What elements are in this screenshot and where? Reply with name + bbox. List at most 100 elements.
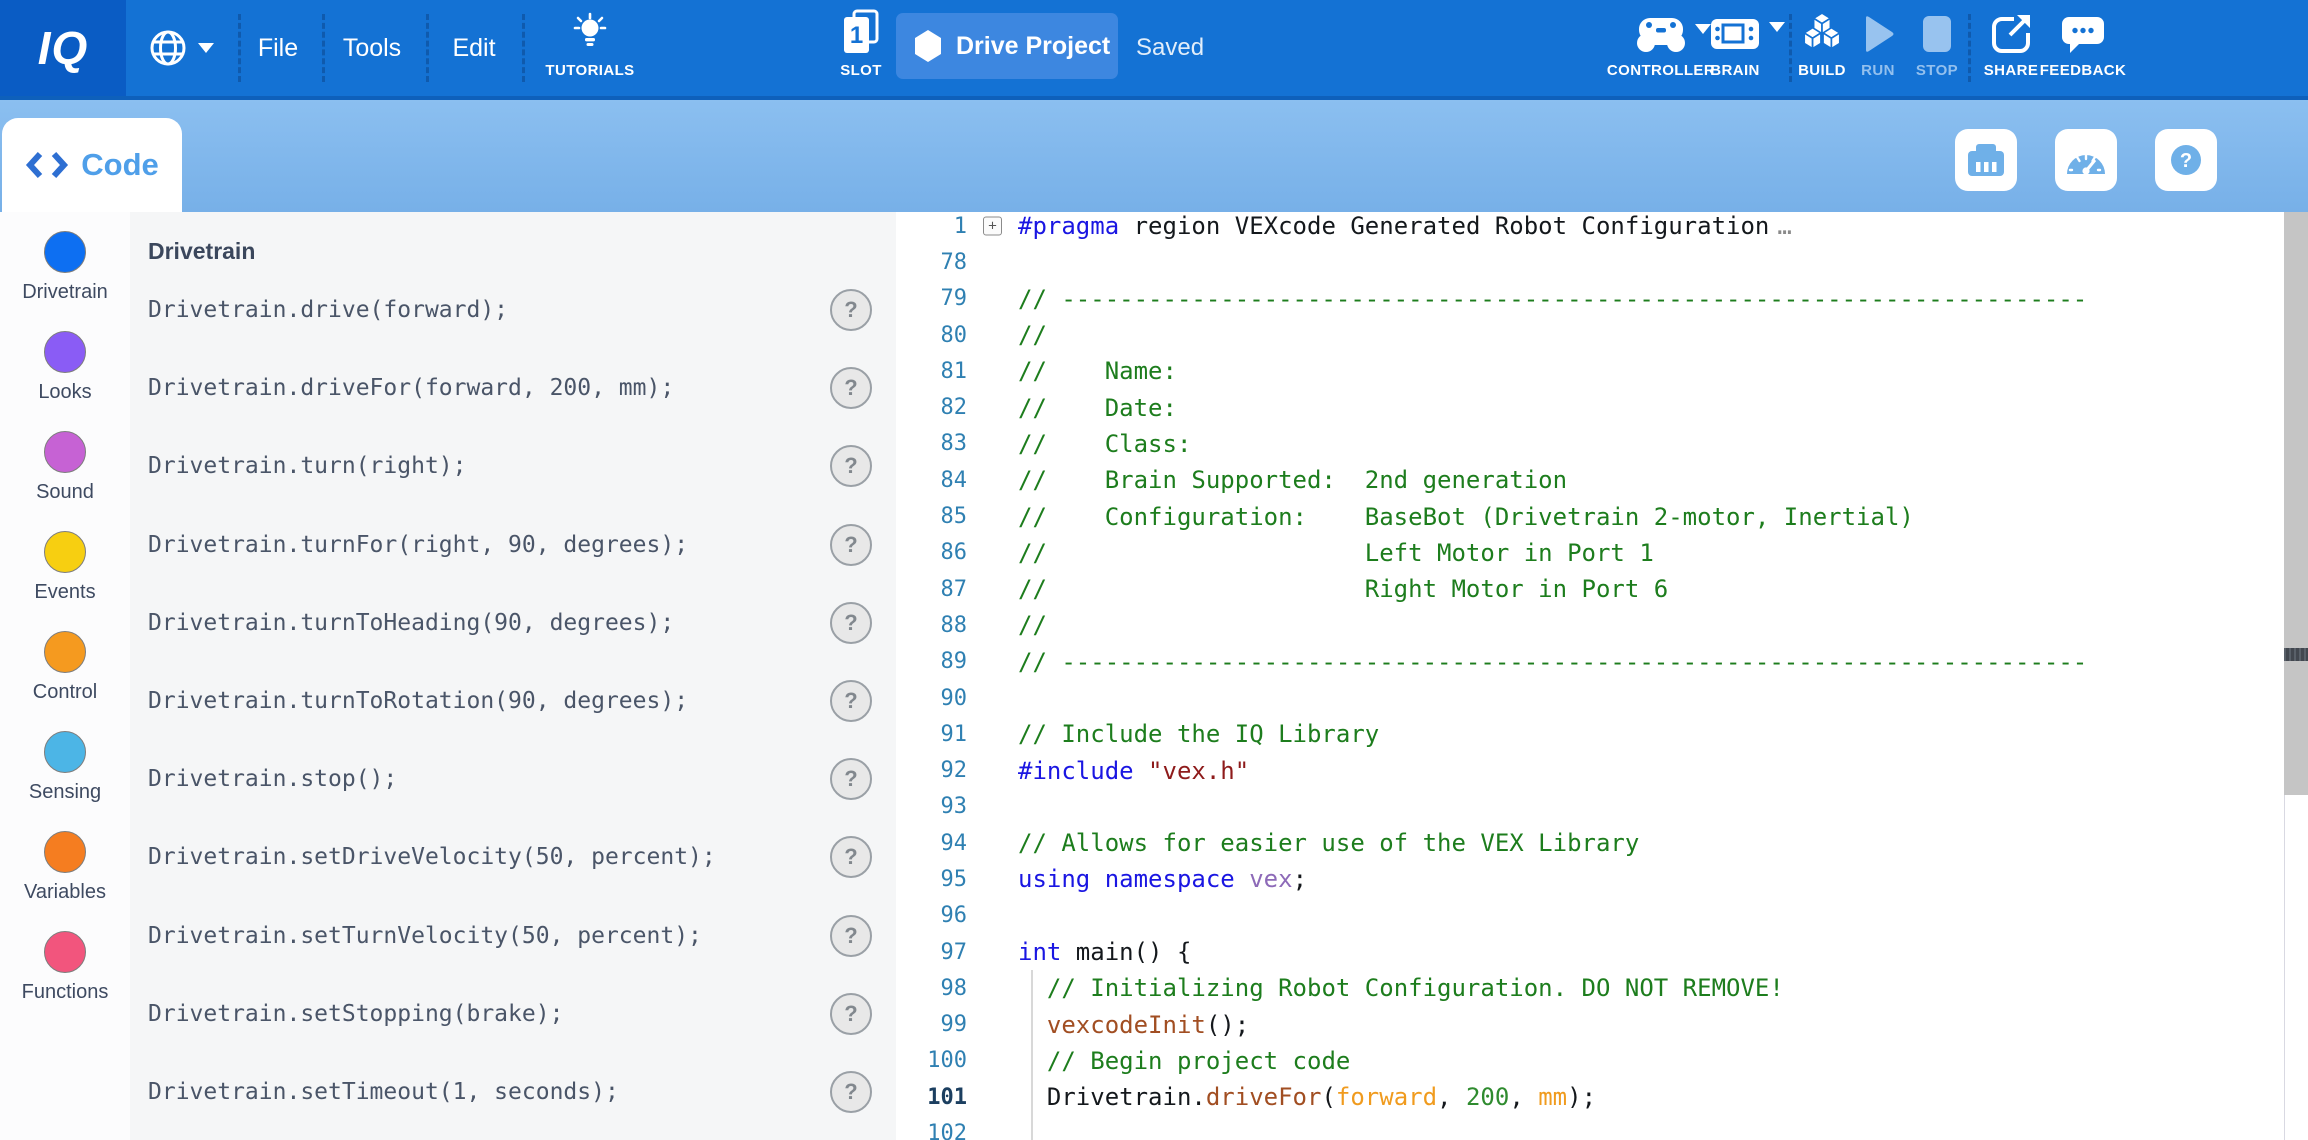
command-text[interactable]: Drivetrain.turnFor(right, 90, degrees); xyxy=(148,532,688,558)
command-help-button[interactable]: ? xyxy=(830,445,872,487)
question-mark-glyph: ? xyxy=(844,844,857,870)
code-text: #pragma region VEXcode Generated Robot C… xyxy=(1018,212,1769,240)
editor-scrollbar-thumb[interactable] xyxy=(2284,648,2308,661)
run-label: RUN xyxy=(1861,62,1895,79)
category-sensing[interactable]: Sensing xyxy=(0,731,130,804)
command-panel: Drivetrain Drivetrain.drive(forward);?Dr… xyxy=(130,212,896,1140)
code-text: // Date: xyxy=(1018,394,1177,422)
fold-toggle-button[interactable]: + xyxy=(983,217,1002,236)
command-text[interactable]: Drivetrain.setStopping(brake); xyxy=(148,1001,563,1027)
stop-button[interactable]: STOP xyxy=(1907,0,1967,96)
right-panel-border xyxy=(2284,795,2285,1140)
lightbulb-icon xyxy=(569,8,611,60)
command-text[interactable]: Drivetrain.turnToHeading(90, degrees); xyxy=(148,610,674,636)
category-control[interactable]: Control xyxy=(0,631,130,704)
toolbar-separator xyxy=(522,14,525,82)
code-line: 95using namespace vex; xyxy=(896,861,2284,897)
command-row: Drivetrain.setTurnVelocity(50, percent);… xyxy=(148,914,872,958)
line-number: 99 xyxy=(896,1012,967,1037)
command-help-button[interactable]: ? xyxy=(830,836,872,878)
command-text[interactable]: Drivetrain.setTimeout(1, seconds); xyxy=(148,1079,619,1105)
code-line: 92#include "vex.h" xyxy=(896,752,2284,788)
line-number: 88 xyxy=(896,613,967,638)
stop-label: STOP xyxy=(1916,62,1958,79)
code-text: // Include the IQ Library xyxy=(1018,720,1379,748)
command-text[interactable]: Drivetrain.turn(right); xyxy=(148,453,467,479)
code-text: // Allows for easier use of the VEX Libr… xyxy=(1018,829,1639,857)
command-help-button[interactable]: ? xyxy=(830,602,872,644)
command-text[interactable]: Drivetrain.setDriveVelocity(50, percent)… xyxy=(148,844,716,870)
category-color-dot xyxy=(44,531,86,573)
indent-guide xyxy=(1031,970,1033,1006)
menu-tools[interactable]: Tools xyxy=(332,0,412,96)
line-number: 102 xyxy=(896,1121,967,1140)
question-mark-glyph: ? xyxy=(844,1001,857,1027)
command-help-button[interactable]: ? xyxy=(830,367,872,409)
question-mark-glyph: ? xyxy=(844,688,857,714)
toolbar-separator xyxy=(426,14,429,82)
code-line: 89// -----------------------------------… xyxy=(896,644,2284,680)
help-button[interactable]: ? xyxy=(2155,129,2217,191)
code-line: 98 // Initializing Robot Configuration. … xyxy=(896,970,2284,1006)
command-text[interactable]: Drivetrain.drive(forward); xyxy=(148,297,508,323)
category-sound[interactable]: Sound xyxy=(0,431,130,504)
language-menu[interactable] xyxy=(134,0,226,96)
chevron-down-icon xyxy=(1769,22,1785,32)
code-line: 78 xyxy=(896,244,2284,280)
indent-guide xyxy=(1031,1043,1033,1079)
category-events[interactable]: Events xyxy=(0,531,130,604)
indent-guide xyxy=(1031,1079,1033,1115)
hexagon-icon xyxy=(914,30,942,62)
category-label: Looks xyxy=(38,381,91,404)
code-editor[interactable]: 1 + #pragma region VEXcode Generated Robot… xyxy=(896,212,2284,1140)
menu-file[interactable]: File xyxy=(246,0,310,96)
brain-button[interactable]: BRAIN xyxy=(1700,0,1770,96)
device-info-button[interactable] xyxy=(1955,129,2017,191)
command-help-button[interactable]: ? xyxy=(830,289,872,331)
command-help-button[interactable]: ? xyxy=(830,758,872,800)
editor-scrollbar-track[interactable] xyxy=(2284,212,2308,795)
tab-code[interactable]: Code xyxy=(2,118,182,212)
category-label: Sound xyxy=(36,481,94,504)
slot-button[interactable]: 1 SLOT xyxy=(828,0,894,96)
category-label: Drivetrain xyxy=(22,281,108,304)
category-looks[interactable]: Looks xyxy=(0,331,130,404)
category-drivetrain[interactable]: Drivetrain xyxy=(0,231,130,304)
line-number: 79 xyxy=(896,286,967,311)
category-variables[interactable]: Variables xyxy=(0,831,130,904)
toolbar-separator xyxy=(1968,14,1971,82)
svg-text:?: ? xyxy=(2180,150,2192,172)
indent-guide xyxy=(1031,1007,1033,1043)
slot-icon: 1 xyxy=(835,8,887,60)
project-name: Drive Project xyxy=(956,32,1110,61)
brain-icon xyxy=(1709,8,1761,60)
code-line: 97int main() { xyxy=(896,934,2284,970)
command-help-button[interactable]: ? xyxy=(830,524,872,566)
share-button[interactable]: SHARE xyxy=(1977,0,2045,96)
menu-edit[interactable]: Edit xyxy=(442,0,506,96)
run-button[interactable]: RUN xyxy=(1848,0,1908,96)
command-text[interactable]: Drivetrain.turnToRotation(90, degrees); xyxy=(148,688,688,714)
command-text[interactable]: Drivetrain.stop(); xyxy=(148,766,397,792)
line-number: 93 xyxy=(896,794,967,819)
command-text[interactable]: Drivetrain.setTurnVelocity(50, percent); xyxy=(148,923,702,949)
command-row: Drivetrain.driveFor(forward, 200, mm);? xyxy=(148,366,872,410)
command-help-button[interactable]: ? xyxy=(830,993,872,1035)
code-text: Drivetrain.driveFor(forward, 200, mm); xyxy=(1018,1083,1596,1111)
project-name-button[interactable]: Drive Project xyxy=(896,13,1118,79)
gauge-icon xyxy=(2064,143,2108,177)
toolbar-separator xyxy=(322,14,325,82)
indent-guide xyxy=(1031,1115,1033,1140)
command-help-button[interactable]: ? xyxy=(830,915,872,957)
feedback-button[interactable]: FEEDBACK xyxy=(2040,0,2126,96)
command-help-button[interactable]: ? xyxy=(830,680,872,722)
line-number: 85 xyxy=(896,504,967,529)
dashboard-button[interactable] xyxy=(2055,129,2117,191)
command-text[interactable]: Drivetrain.driveFor(forward, 200, mm); xyxy=(148,375,674,401)
category-functions[interactable]: Functions xyxy=(0,931,130,1004)
command-help-button[interactable]: ? xyxy=(830,1071,872,1113)
line-number: 1 xyxy=(896,214,967,239)
line-number: 96 xyxy=(896,903,967,928)
tutorials-button[interactable]: TUTORIALS xyxy=(532,0,648,96)
folded-region-ellipsis[interactable]: … xyxy=(1777,212,1791,240)
